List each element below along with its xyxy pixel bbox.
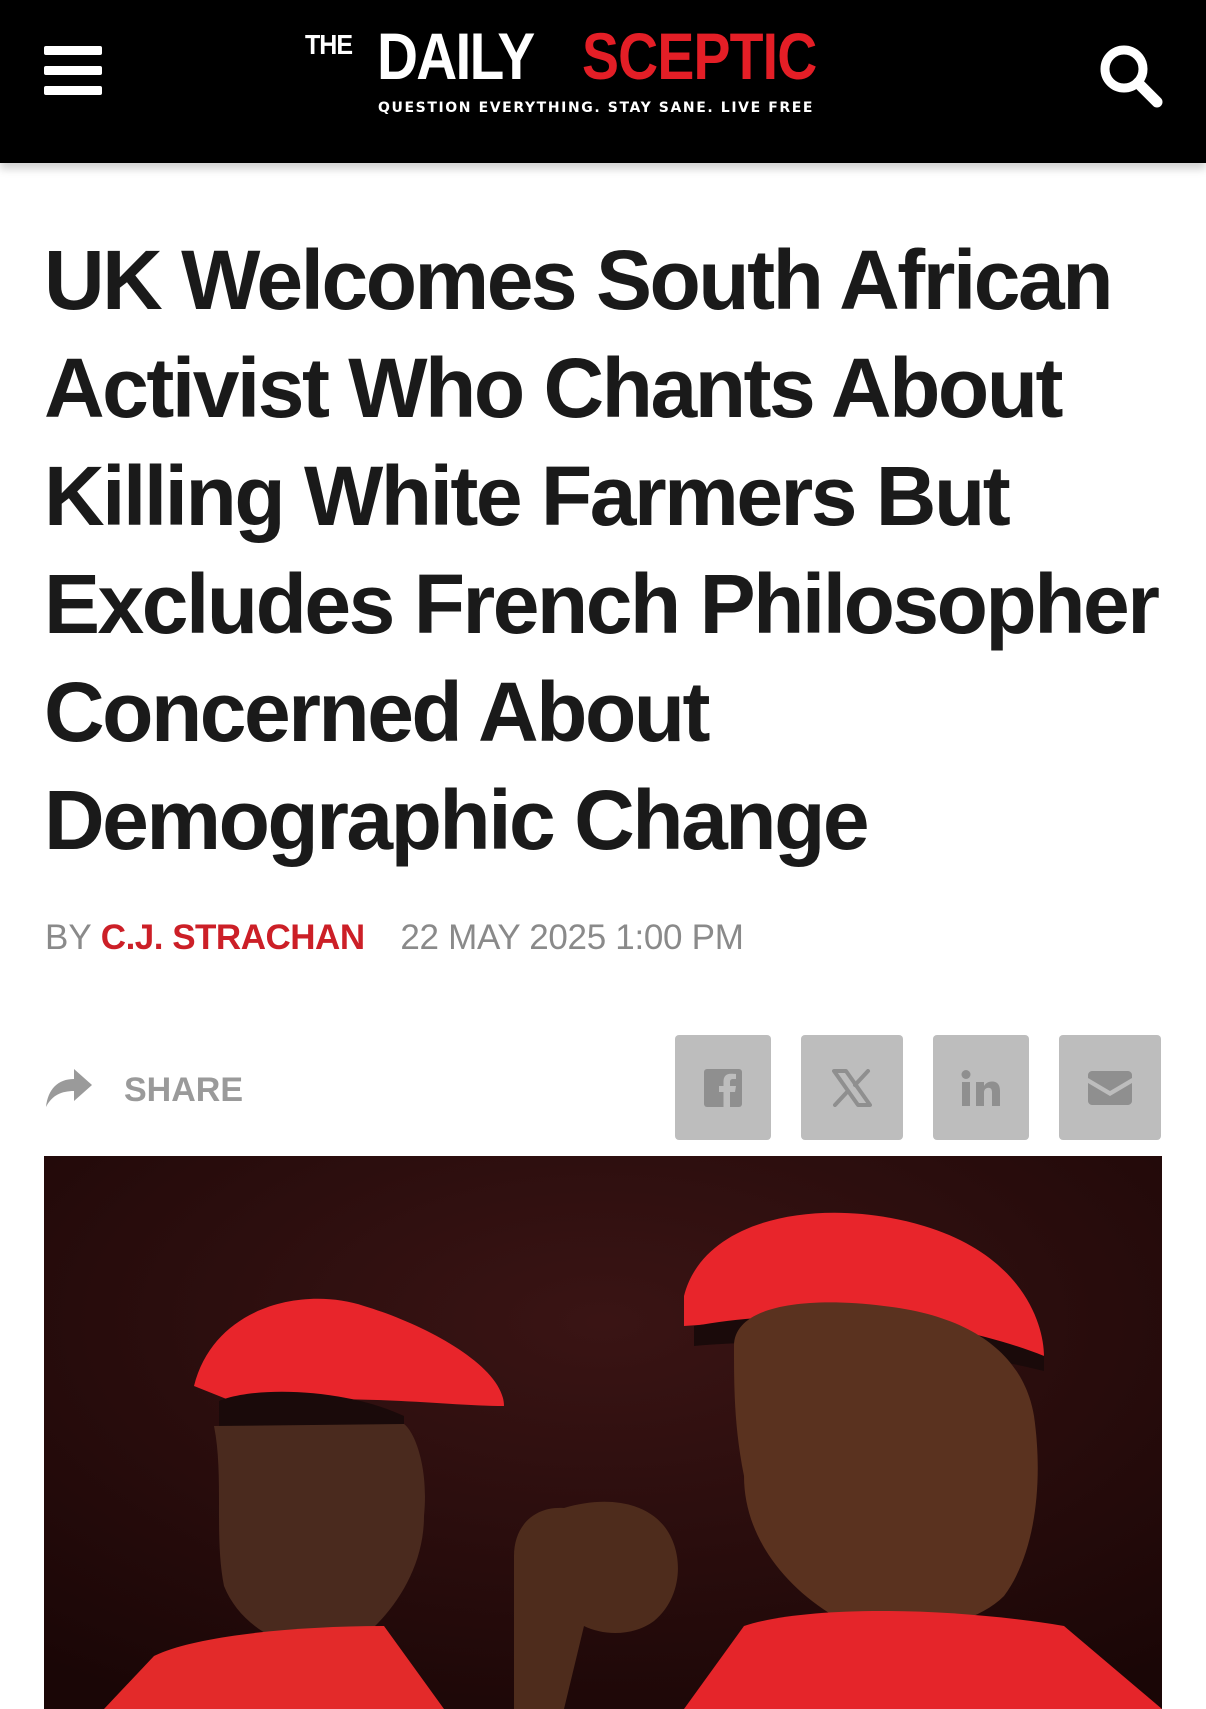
- share-label: SHARE: [124, 1071, 244, 1109]
- share-arrow-icon: [44, 1067, 94, 1109]
- article-hero-image: [44, 1156, 1162, 1709]
- byline-prefix: BY: [45, 918, 92, 957]
- email-share-button[interactable]: [1059, 1035, 1161, 1140]
- site-header: THE DAILY SCEPTIC QUESTION EVERYTHING. S…: [0, 0, 1206, 163]
- logo-sceptic-text: SCEPTIC: [582, 19, 817, 93]
- article-headline: UK Welcomes South African Activist Who C…: [44, 233, 1160, 867]
- linkedin-icon: [961, 1069, 1000, 1106]
- linkedin-share-button[interactable]: [933, 1035, 1029, 1140]
- site-logo[interactable]: THE DAILY SCEPTIC QUESTION EVERYTHING. S…: [305, 19, 905, 142]
- x-share-button[interactable]: [801, 1035, 903, 1140]
- hero-photo-illustration: [44, 1156, 1162, 1709]
- hamburger-menu-icon[interactable]: [44, 46, 102, 96]
- logo-the-text: THE: [305, 29, 353, 61]
- author-link[interactable]: C.J. STRACHAN: [101, 918, 365, 957]
- logo-daily-text: DAILY: [377, 19, 535, 93]
- share-bar: SHARE: [44, 1035, 1164, 1141]
- x-icon: [832, 1068, 872, 1107]
- facebook-icon: [704, 1068, 742, 1107]
- logo-tagline: QUESTION EVERYTHING. STAY SANE. LIVE FRE…: [378, 100, 815, 116]
- email-icon: [1088, 1070, 1132, 1105]
- article-byline: BY C.J. STRACHAN 22 MAY 2025 1:00 PM: [45, 918, 744, 958]
- publish-date: 22 MAY 2025 1:00 PM: [400, 918, 744, 957]
- search-icon[interactable]: [1097, 42, 1163, 108]
- facebook-share-button[interactable]: [675, 1035, 771, 1140]
